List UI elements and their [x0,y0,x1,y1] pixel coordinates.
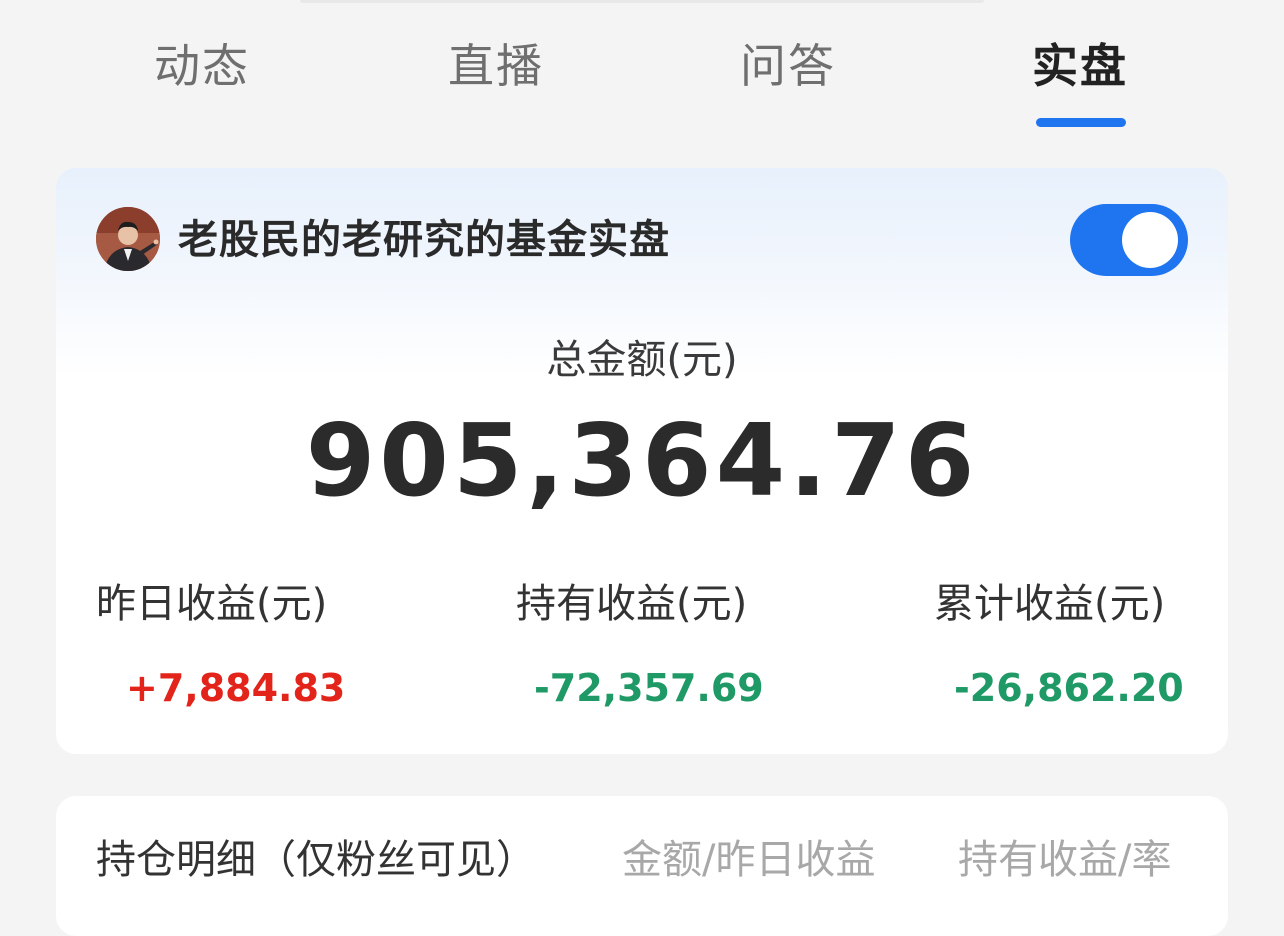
avatar[interactable] [96,207,160,271]
holdings-column-amount[interactable]: 金额/昨日收益 [622,832,875,888]
yesterday-profit-label: 昨日收益(元) [96,581,328,627]
yesterday-profit-value: +7,884.83 [126,666,346,710]
tab-bar: 动态 直播 问答 实盘 [0,0,1284,140]
active-tab-indicator [1036,118,1126,127]
total-amount-value: 905,364.76 [305,402,979,519]
cumulative-profit-label: 累计收益(元) [934,581,1166,627]
tab-zhibo[interactable]: 直播 [434,36,558,96]
user-avatar-icon [96,207,160,271]
toggle-knob [1122,212,1178,268]
holdings-column-profit[interactable]: 持有收益/率 [958,832,1171,888]
holding-profit-label: 持有收益(元) [516,581,748,627]
visibility-toggle[interactable] [1070,204,1188,276]
holdings-title: 持仓明细（仅粉丝可见） [96,837,536,883]
tab-wenda[interactable]: 问答 [726,36,850,96]
holding-profit-value: -72,357.69 [534,666,764,710]
portfolio-card: 老股民的老研究的基金实盘 总金额(元) 905,364.76 昨日收益(元) 持… [56,168,1228,754]
total-amount-label: 总金额(元) [546,337,738,383]
cumulative-profit-value: -26,862.20 [954,666,1184,710]
tab-shipan[interactable]: 实盘 [1018,36,1142,96]
tab-dongtai[interactable]: 动态 [140,36,264,96]
account-name: 老股民的老研究的基金实盘 [178,217,670,263]
holdings-card: 持仓明细（仅粉丝可见） 金额/昨日收益 持有收益/率 [56,796,1228,936]
